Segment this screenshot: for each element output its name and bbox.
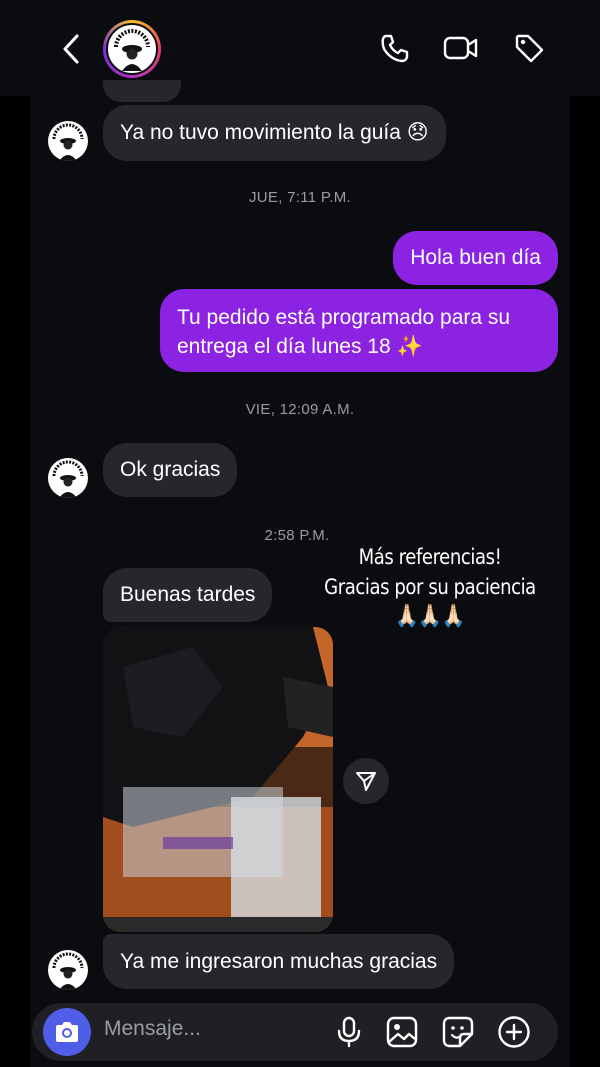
previous-message-bubble xyxy=(103,80,181,102)
video-camera-icon xyxy=(443,36,478,60)
microphone-icon xyxy=(337,1016,361,1048)
sticker-caption: Más referencias! Gracias por su pacienci… xyxy=(323,542,538,632)
caption-line: Gracias por su paciencia xyxy=(324,575,536,599)
timestamp: VIE, 12:09 A.M. xyxy=(245,401,355,418)
message-incoming[interactable]: Buenas tardes xyxy=(103,568,273,622)
caption-line: Más referencias! xyxy=(358,545,502,569)
avatar xyxy=(48,458,88,498)
chat-header xyxy=(0,0,600,96)
avatar xyxy=(48,121,88,161)
more-options-button[interactable] xyxy=(496,1014,532,1050)
message-incoming[interactable]: Ya no tuvo movimiento la guía 😞 xyxy=(103,105,446,161)
share-button[interactable] xyxy=(343,758,389,804)
shared-photo[interactable] xyxy=(103,627,333,932)
message-line: Tu pedido está programado para su xyxy=(177,306,511,329)
sticker-icon xyxy=(442,1016,474,1048)
call-button[interactable] xyxy=(377,30,413,66)
camera-button[interactable] xyxy=(43,1008,91,1056)
phone-icon xyxy=(381,34,409,63)
chevron-left-icon xyxy=(63,34,79,64)
message-outgoing[interactable]: Tu pedido está programado para su entreg… xyxy=(160,289,558,372)
sticker-button[interactable] xyxy=(440,1014,476,1050)
message-incoming[interactable]: Ya me ingresaron muchas gracias xyxy=(103,934,455,989)
avatar xyxy=(48,950,88,990)
send-icon xyxy=(356,772,376,791)
message-incoming[interactable]: Ok gracias xyxy=(103,443,238,497)
timestamp: JUE, 7:11 P.M. xyxy=(248,189,352,206)
voice-message-button[interactable] xyxy=(331,1014,367,1050)
back-button[interactable] xyxy=(56,30,86,68)
image-icon xyxy=(386,1016,418,1048)
contact-avatar[interactable] xyxy=(103,20,161,78)
video-call-button[interactable] xyxy=(443,30,479,66)
message-input[interactable]: Mensaje... xyxy=(104,1017,201,1041)
camera-icon xyxy=(56,1022,78,1042)
tag-icon xyxy=(515,34,544,63)
tag-button[interactable] xyxy=(511,30,547,66)
shelby-caps-logo xyxy=(106,23,158,75)
plus-icon xyxy=(498,1016,530,1048)
message-line: entrega el día lunes 18 ✨ xyxy=(177,335,423,358)
gallery-button[interactable] xyxy=(384,1014,420,1050)
message-outgoing[interactable]: Hola buen día xyxy=(393,231,558,285)
praying-hands-emoji: 🙏🏻🙏🏻🙏🏻 xyxy=(395,604,465,629)
